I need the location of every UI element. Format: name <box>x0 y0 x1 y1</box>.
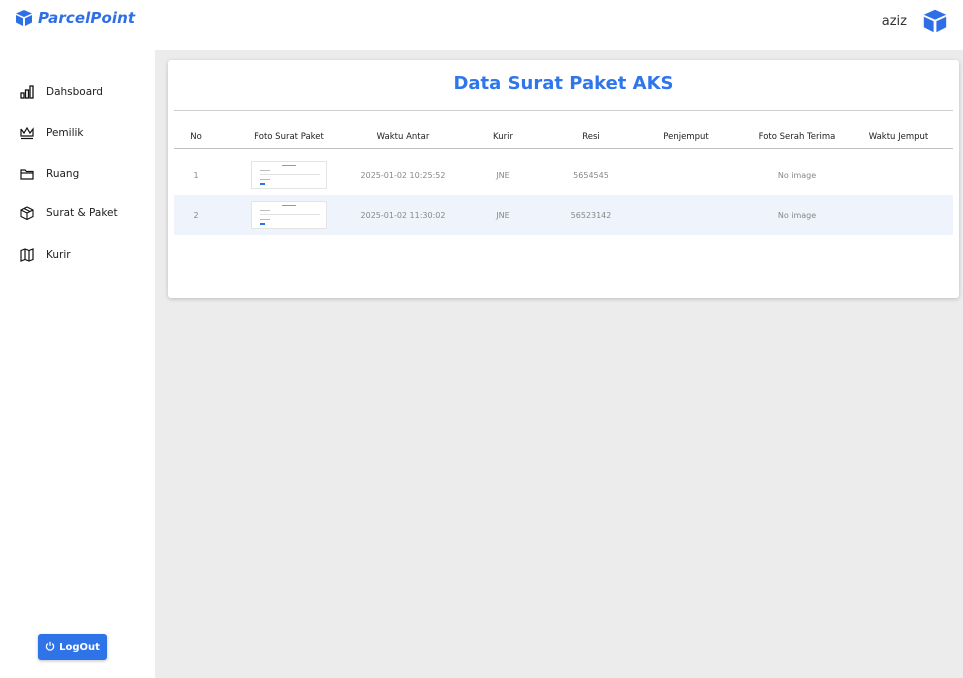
cell-foto-surat[interactable] <box>218 195 360 235</box>
user-menu[interactable]: aziz <box>882 8 949 34</box>
cell-waktu-jemput <box>844 195 953 235</box>
logout-button[interactable]: LogOut <box>38 634 107 660</box>
top-bar: ParcelPoint aziz <box>0 0 963 46</box>
crown-icon <box>20 126 34 140</box>
column-header: Penjemput <box>663 131 709 142</box>
power-icon <box>45 641 55 654</box>
sidebar-item-label: Dahsboard <box>46 86 103 98</box>
brand-logo[interactable]: ParcelPoint <box>14 9 135 27</box>
table-row[interactable]: 2 2025-01-02 11:30:02 JNE 56523142 No im… <box>174 195 953 235</box>
package-icon <box>20 206 34 220</box>
sidebar-item-ruang[interactable]: Ruang <box>20 164 79 184</box>
sidebar-item-label: Pemilik <box>46 127 84 139</box>
column-header: Waktu Jemput <box>868 131 929 142</box>
sidebar-item-surat-paket[interactable]: Surat & Paket <box>20 203 118 223</box>
sidebar: Dahsboard Pemilik Ruang Surat & Paket Ku… <box>0 46 155 678</box>
sidebar-item-kurir[interactable]: Kurir <box>20 245 71 265</box>
folder-icon <box>20 167 34 181</box>
sidebar-item-label: Kurir <box>46 249 71 261</box>
column-header: Foto Serah Terima <box>758 131 836 142</box>
sidebar-item-dashboard[interactable]: Dahsboard <box>20 82 103 102</box>
data-card: Data Surat Paket AKS No Foto Surat Paket… <box>168 60 959 298</box>
parcel-photo-thumbnail[interactable] <box>251 201 327 229</box>
table-row[interactable]: 1 2025-01-02 10:25:52 JNE 5654545 No ima… <box>174 155 953 195</box>
column-header: Waktu Antar <box>376 131 430 142</box>
logout-label: LogOut <box>59 641 100 653</box>
table-header-row: No Foto Surat Paket Waktu Antar Kurir Re… <box>174 118 953 155</box>
cell-foto-serah-terima: No image <box>750 195 844 235</box>
brand-name: ParcelPoint <box>38 9 136 27</box>
cell-waktu-antar: 2025-01-02 11:30:02 <box>360 195 446 235</box>
column-header: Kurir <box>493 131 513 142</box>
package-cube-icon <box>14 9 34 27</box>
cell-waktu-jemput <box>844 155 953 195</box>
cell-kurir: JNE <box>496 170 510 180</box>
divider <box>174 110 953 111</box>
column-header: No <box>190 131 202 142</box>
cell-no: 1 <box>193 170 199 180</box>
cell-penjemput <box>622 155 750 195</box>
package-cube-icon[interactable] <box>921 8 949 34</box>
bar-chart-icon <box>20 85 34 99</box>
main-content: Data Surat Paket AKS No Foto Surat Paket… <box>155 50 963 678</box>
sidebar-item-pemilik[interactable]: Pemilik <box>20 123 83 143</box>
cell-waktu-antar: 2025-01-02 10:25:52 <box>360 170 446 180</box>
username: aziz <box>881 13 907 29</box>
cell-foto-surat[interactable] <box>218 155 360 195</box>
sidebar-item-label: Ruang <box>46 168 80 180</box>
cell-resi: 5654545 <box>573 170 609 180</box>
map-icon <box>20 248 34 262</box>
parcel-table: No Foto Surat Paket Waktu Antar Kurir Re… <box>174 118 953 235</box>
cell-no: 2 <box>174 195 218 235</box>
cell-resi: 56523142 <box>560 195 622 235</box>
sidebar-item-label: Surat & Paket <box>46 207 118 219</box>
cell-foto-serah-terima: No image <box>777 170 817 180</box>
page-title: Data Surat Paket AKS <box>453 73 674 94</box>
cell-kurir: JNE <box>446 195 560 235</box>
column-header: Resi <box>582 131 600 142</box>
column-header: Foto Surat Paket <box>254 131 324 142</box>
parcel-photo-thumbnail[interactable] <box>251 161 327 189</box>
cell-penjemput <box>622 195 750 235</box>
